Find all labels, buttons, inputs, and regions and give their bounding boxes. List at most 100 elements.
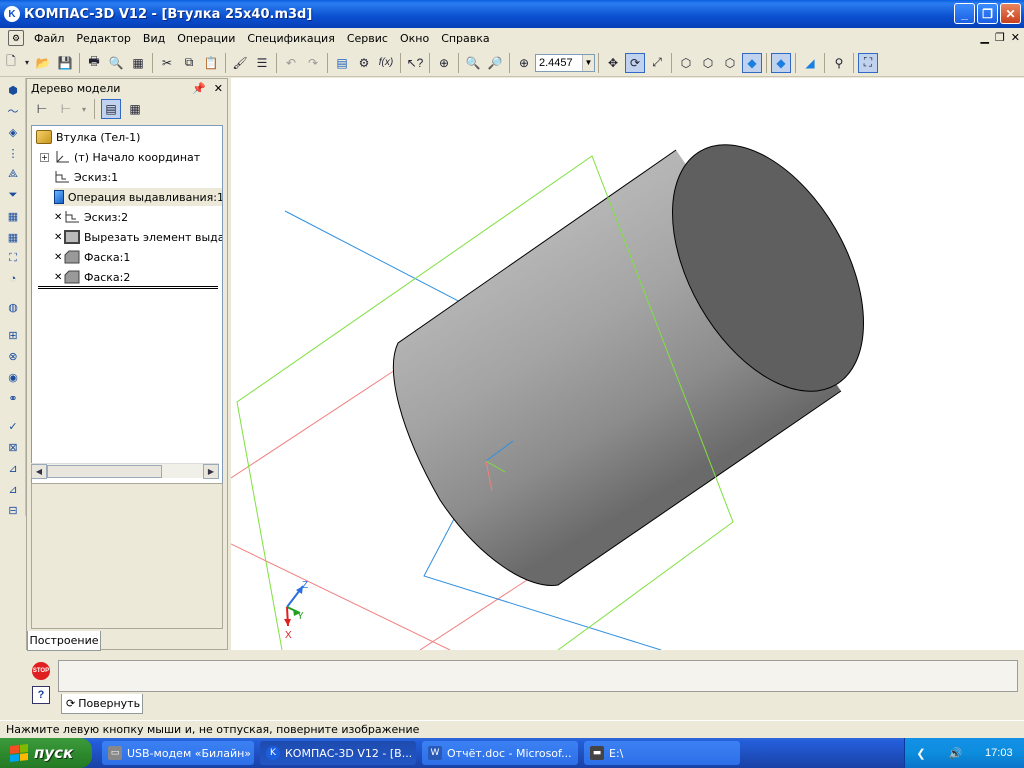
menu-window[interactable]: Окно: [394, 32, 435, 45]
zoom-out-icon[interactable]: 🔎: [485, 53, 505, 73]
preview-icon[interactable]: ▦: [128, 53, 148, 73]
pan-icon[interactable]: ✥: [603, 53, 623, 73]
tree-node-chamfer-1[interactable]: ✕ Фаска:1: [54, 248, 130, 266]
scroll-left-icon[interactable]: ◀: [31, 464, 47, 479]
copy-icon[interactable]: ⧉: [179, 53, 199, 73]
tree-node-part[interactable]: Втулка (Тел-1): [36, 128, 140, 146]
volume-icon[interactable]: 🔊: [948, 747, 962, 760]
specification-icon[interactable]: ▦: [3, 207, 23, 225]
tree-node-chamfer-2[interactable]: ✕ Фаска:2: [54, 268, 130, 286]
menu-help[interactable]: Справка: [435, 32, 495, 45]
save-icon[interactable]: 💾: [55, 53, 75, 73]
elements-icon[interactable]: ⛶: [3, 249, 23, 267]
menu-specification[interactable]: Спецификация: [241, 32, 340, 45]
manager-icon[interactable]: ▤: [332, 53, 352, 73]
tab-construction[interactable]: Построение: [27, 631, 101, 651]
spatial-curves-icon[interactable]: 〜: [3, 102, 23, 120]
assembly-icon[interactable]: ⊟: [3, 501, 23, 519]
tray-arrow-icon[interactable]: ❮: [916, 747, 925, 760]
tree-structure-icon[interactable]: ⊢: [56, 99, 76, 119]
wireframe-icon[interactable]: ⬡: [676, 53, 696, 73]
menu-operations[interactable]: Операции: [171, 32, 241, 45]
task-usb-modem[interactable]: ▭ USB-модем «Билайн»: [102, 741, 254, 765]
tree-node-extrude[interactable]: Операция выдавливания:1: [54, 188, 222, 206]
designations-icon[interactable]: ⊗: [3, 347, 23, 365]
help-pointer-icon[interactable]: ↖?: [405, 53, 425, 73]
tree-document-icon[interactable]: ▦: [125, 99, 145, 119]
tree-node-origin[interactable]: + (т) Начало координат: [40, 148, 200, 166]
arrays-icon[interactable]: ⋮: [3, 144, 23, 162]
tree-horizontal-scrollbar[interactable]: ◀ ▶: [31, 463, 219, 479]
title-bar[interactable]: K КОМПАС-3D V12 - [Втулка 25x40.m3d] _ ❐…: [0, 0, 1024, 28]
clock[interactable]: 17:03: [985, 747, 1013, 759]
scroll-thumb[interactable]: [47, 465, 162, 478]
expand-icon[interactable]: +: [40, 152, 49, 162]
constraints-icon[interactable]: ⚭: [3, 389, 23, 407]
model-scene[interactable]: Z Y X: [231, 78, 1024, 650]
zoom-scale-input[interactable]: 2.4457 ▼: [535, 53, 595, 72]
task-explorer[interactable]: ▬ E:\: [584, 741, 740, 765]
print-icon[interactable]: 🖶: [84, 53, 104, 73]
tree-node-sketch-1[interactable]: Эскиз:1: [54, 168, 118, 186]
auxiliary-geometry-icon[interactable]: ⟁: [3, 165, 23, 183]
stop-icon[interactable]: STOP: [32, 662, 50, 680]
app-icon[interactable]: K: [4, 6, 20, 22]
mates-icon[interactable]: ◉: [3, 368, 23, 386]
tree-node-sketch-2[interactable]: ✕ Эскиз:2: [54, 208, 128, 226]
menu-file[interactable]: Файл: [28, 32, 70, 45]
3d-viewport[interactable]: Z Y X: [231, 78, 1024, 650]
task-word[interactable]: W Отчёт.doc - Microsof...: [422, 741, 578, 765]
library-icon[interactable]: ⚙: [354, 53, 374, 73]
tab-rotate[interactable]: ⟳ Повернуть: [61, 694, 143, 714]
zoom-window-icon[interactable]: ⊕: [434, 53, 454, 73]
doc-close-button[interactable]: ✕: [1011, 31, 1020, 44]
doc-restore-button[interactable]: ❐: [995, 31, 1005, 44]
minimize-button[interactable]: _: [954, 3, 975, 24]
hidden-lines-icon[interactable]: ⬡: [698, 53, 718, 73]
measure-icon[interactable]: ◔: [3, 270, 23, 288]
filter-icon[interactable]: ⚲: [829, 53, 849, 73]
list-icon[interactable]: ☰: [252, 53, 272, 73]
paste-icon[interactable]: 📋: [201, 53, 221, 73]
menu-view[interactable]: Вид: [137, 32, 171, 45]
variables-icon[interactable]: f(x): [376, 53, 396, 73]
tree-node-cut[interactable]: ✕ Вырезать элемент выдавливания:1: [54, 228, 222, 246]
rotate-icon[interactable]: ⟳: [625, 52, 645, 73]
close-icon[interactable]: ✕: [214, 82, 223, 95]
orientation-icon[interactable]: ⤢: [647, 53, 667, 73]
sheet-metal-icon[interactable]: ◍: [3, 298, 23, 316]
zoom-scale-icon[interactable]: ⊕: [514, 53, 534, 73]
attributes-icon[interactable]: ⊠: [3, 438, 23, 456]
restore-button[interactable]: ❐: [977, 3, 998, 24]
analysis-icon[interactable]: ⊿: [3, 459, 23, 477]
chevron-down-icon[interactable]: ▾: [80, 99, 88, 119]
close-button[interactable]: ✕: [1000, 3, 1021, 24]
shaded-edges-icon[interactable]: ◆: [771, 52, 791, 73]
menu-edit[interactable]: Редактор: [70, 32, 137, 45]
undo-icon[interactable]: ↶: [281, 53, 301, 73]
menu-service[interactable]: Сервис: [341, 32, 394, 45]
scroll-right-icon[interactable]: ▶: [203, 464, 219, 479]
shaded-icon[interactable]: ◆: [742, 52, 762, 73]
zoom-in-icon[interactable]: 🔍: [463, 53, 483, 73]
reports-icon[interactable]: ▦: [3, 228, 23, 246]
new-icon[interactable]: 🗋: [1, 53, 21, 73]
surfaces-icon[interactable]: ◈: [3, 123, 23, 141]
perspective-icon[interactable]: ◢: [800, 53, 820, 73]
end-of-tree-marker[interactable]: [38, 286, 218, 289]
task-kompas[interactable]: K КОМПАС-3D V12 - [В...: [260, 741, 416, 765]
help-icon[interactable]: ?: [32, 686, 50, 704]
print-preview-icon[interactable]: 🔍: [106, 53, 126, 73]
filters-icon[interactable]: ⏷: [3, 186, 23, 204]
chevron-down-icon[interactable]: ▾: [23, 53, 31, 73]
open-icon[interactable]: 📂: [33, 53, 53, 73]
check-icon[interactable]: ✓: [3, 417, 23, 435]
tree-view-mode-icon[interactable]: ▤: [101, 99, 121, 119]
pin-icon[interactable]: 📌: [192, 82, 206, 95]
document-menu-icon[interactable]: ⚙: [8, 30, 24, 46]
libraries-icon[interactable]: ⊿: [3, 480, 23, 498]
properties-icon[interactable]: 🖌: [230, 53, 250, 73]
start-button[interactable]: пуск: [0, 738, 92, 768]
edit-part-icon[interactable]: ⬢: [3, 81, 23, 99]
dimensions-icon[interactable]: ⊞: [3, 326, 23, 344]
